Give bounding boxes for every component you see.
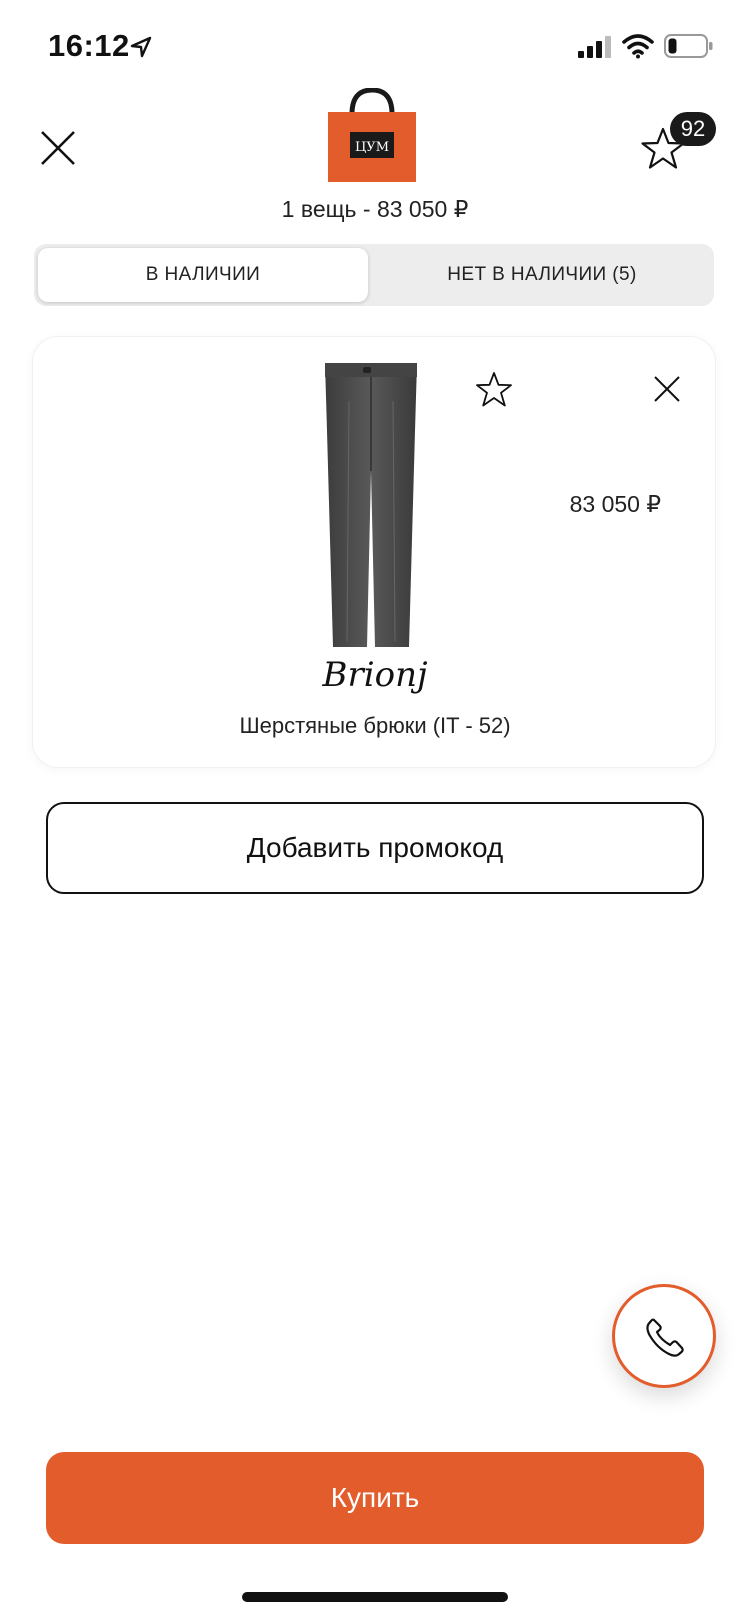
favorites-count-badge: 92 (670, 112, 716, 146)
status-bar: 16:12 (0, 0, 750, 96)
tab-out-of-stock[interactable]: НЕТ В НАЛИЧИИ (5) (374, 248, 710, 302)
phone-icon (646, 1318, 684, 1357)
item-price: 83 050 ₽ (569, 491, 661, 517)
item-title: Шерстяные брюки (IT - 52) (239, 713, 511, 738)
tab-in-stock[interactable]: В НАЛИЧИИ (38, 248, 368, 302)
cart-item-card[interactable]: 83 050 ₽ Brionj Шерстяные брюки (IT - 52… (32, 336, 716, 768)
add-to-favorites-star-icon[interactable] (475, 371, 513, 409)
home-indicator (242, 1592, 508, 1602)
wifi-icon (622, 34, 654, 59)
battery-icon (664, 34, 713, 58)
remove-item-close-icon[interactable] (653, 375, 681, 403)
add-promo-code-button[interactable]: Добавить промокод (46, 802, 704, 894)
cart-summary: 1 вещь - 83 050 ₽ (281, 196, 469, 222)
availability-tabs: В НАЛИЧИИ НЕТ В НАЛИЧИИ (5) (34, 244, 714, 306)
location-arrow-icon (130, 36, 152, 58)
call-button[interactable] (612, 1284, 716, 1388)
product-image[interactable] (319, 361, 423, 649)
buy-button[interactable]: Купить (46, 1452, 704, 1544)
brand-logo: Brionj (322, 655, 428, 695)
shopping-bag-logo: ЦУМ (328, 88, 416, 182)
cellular-signal-icon (578, 36, 611, 58)
status-time: 16:12 (48, 28, 130, 63)
logo-text: ЦУМ (355, 140, 389, 155)
close-icon[interactable] (38, 128, 78, 168)
